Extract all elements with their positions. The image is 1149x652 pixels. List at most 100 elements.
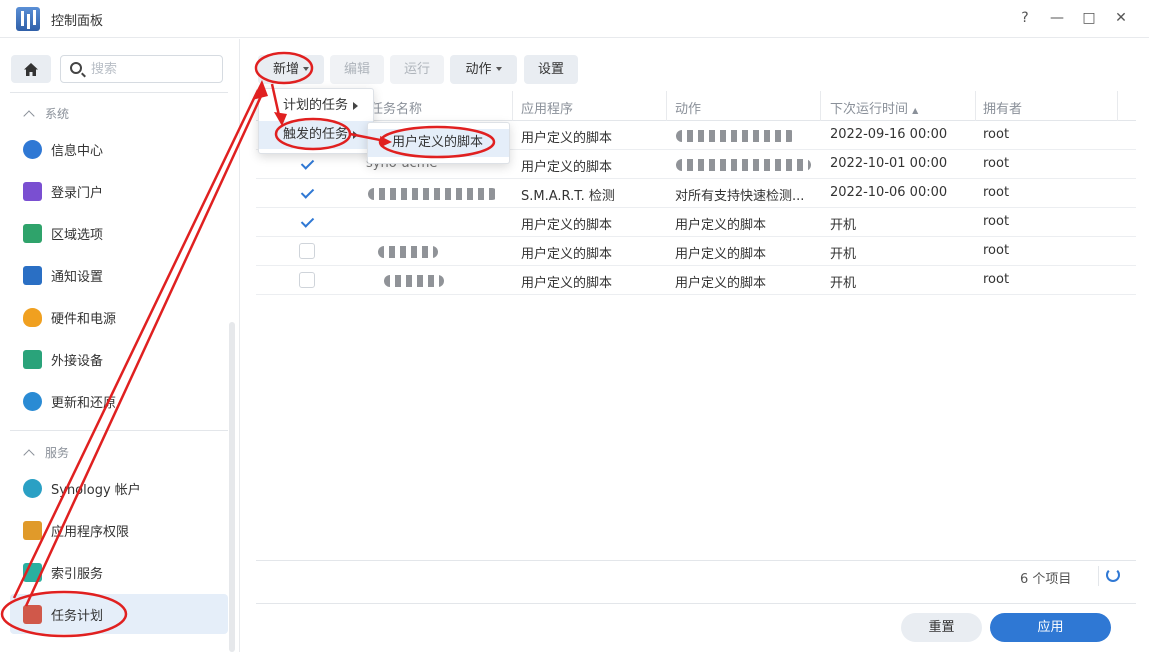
login-portal-icon — [23, 182, 42, 201]
sidebar-item-region[interactable]: 区域选项 — [10, 213, 228, 253]
header-next-run[interactable]: 下次运行时间 ▲ — [830, 98, 918, 117]
column-separator — [512, 91, 513, 121]
sidebar-item-indexing[interactable]: 索引服务 — [10, 552, 228, 592]
close-icon[interactable]: ✕ — [1112, 9, 1130, 27]
cell-application: 用户定义的脚本 — [521, 247, 613, 262]
menu-item-scheduled-task[interactable]: 计划的任务 — [259, 92, 373, 120]
sidebar-scrollbar[interactable] — [229, 322, 235, 652]
calendar-icon — [23, 605, 42, 624]
table-row[interactable]: 用户定义的脚本 用户定义的脚本 开机 root — [256, 266, 1136, 295]
item-count: 6 个项目 — [1020, 572, 1072, 587]
minimize-icon[interactable]: — — [1048, 9, 1066, 27]
header-owner[interactable]: 拥有者 — [983, 98, 1022, 117]
enabled-checkbox[interactable] — [299, 243, 315, 259]
cell-owner: root — [983, 243, 1010, 258]
header-application[interactable]: 应用程序 — [521, 98, 573, 117]
menu-item-user-defined-script[interactable]: 用户定义的脚本 — [368, 129, 509, 157]
search-icon — [70, 62, 82, 74]
info-icon — [23, 140, 42, 159]
menu-item-triggered-task[interactable]: 触发的任务 — [259, 121, 373, 149]
enabled-checkbox[interactable] — [299, 156, 315, 172]
redacted-mark — [378, 246, 438, 258]
region-icon — [23, 224, 42, 243]
apply-button[interactable]: 应用 — [990, 613, 1111, 642]
sidebar-item-task-scheduler[interactable]: 任务计划 — [10, 594, 228, 634]
cell-next-run: 2022-10-01 00:00 — [830, 156, 948, 171]
cell-owner: root — [983, 214, 1010, 229]
cell-next-run: 开机 — [830, 276, 857, 291]
redacted-mark — [384, 275, 444, 287]
cell-application: 用户定义的脚本 — [521, 218, 613, 233]
table-header: 任务名称 应用程序 动作 下次运行时间 ▲ 拥有者 — [256, 91, 1136, 121]
menu-item-label: 计划的任务 — [283, 98, 349, 113]
group-services[interactable]: 服务 — [23, 444, 69, 461]
group-label: 系统 — [45, 107, 70, 121]
reset-button[interactable]: 重置 — [901, 613, 982, 642]
cell-application: 用户定义的脚本 — [521, 131, 613, 146]
sidebar-item-label: 区域选项 — [51, 228, 104, 243]
help-icon[interactable]: ? — [1016, 9, 1034, 27]
column-separator — [820, 91, 821, 121]
create-dropdown-menu: 计划的任务 触发的任务 — [258, 88, 374, 154]
sidebar-item-notification[interactable]: 通知设置 — [10, 255, 228, 295]
table-row[interactable]: S.M.A.R.T. 检测 对所有支持快速检测... 2022-10-06 00… — [256, 179, 1136, 208]
chevron-up-icon — [23, 110, 35, 122]
sidebar-item-label: 登录门户 — [51, 186, 104, 201]
redacted-mark — [676, 130, 796, 142]
column-separator — [666, 91, 667, 121]
redacted-mark — [368, 188, 498, 200]
sidebar-item-update-restore[interactable]: 更新和还原 — [10, 381, 228, 421]
sidebar-item-external-devices[interactable]: 外接设备 — [10, 339, 228, 379]
sidebar: 系统 信息中心 登录门户 区域选项 通知设置 硬件和电源 外接设备 更新和还原 … — [0, 39, 240, 652]
external-device-icon — [23, 350, 42, 369]
index-icon — [23, 563, 42, 582]
cell-action: 用户定义的脚本 — [675, 218, 767, 233]
refresh-icon[interactable] — [1106, 568, 1120, 582]
enabled-checkbox[interactable] — [299, 272, 315, 288]
title-bar: 控制面板 ? — □ ✕ — [0, 0, 1149, 38]
sidebar-item-login-portal[interactable]: 登录门户 — [10, 171, 228, 211]
sidebar-item-label: 更新和还原 — [51, 396, 117, 411]
table-row[interactable]: 用户定义的脚本 用户定义的脚本 开机 root — [256, 237, 1136, 266]
table-row[interactable]: 用户定义的脚本 用户定义的脚本 开机 root — [256, 208, 1136, 237]
sidebar-item-synology-account[interactable]: Synology 帐户 — [10, 468, 228, 508]
settings-button[interactable]: 设置 — [524, 55, 578, 84]
group-system[interactable]: 系统 — [23, 105, 70, 122]
maximize-icon[interactable]: □ — [1080, 9, 1098, 27]
search-input[interactable] — [91, 60, 216, 78]
cell-owner: root — [983, 185, 1010, 200]
divider — [1098, 566, 1099, 586]
divider — [10, 92, 228, 93]
header-action[interactable]: 动作 — [675, 98, 701, 117]
home-button[interactable] — [11, 55, 51, 83]
cell-owner: root — [983, 127, 1010, 142]
enabled-checkbox[interactable] — [299, 214, 315, 230]
header-task-name[interactable]: 任务名称 — [370, 98, 422, 117]
create-button[interactable]: 新增 — [258, 55, 324, 84]
sidebar-item-hardware-power[interactable]: 硬件和电源 — [10, 297, 228, 337]
action-button[interactable]: 动作 — [450, 55, 517, 84]
divider — [256, 603, 1136, 604]
cell-next-run: 开机 — [830, 247, 857, 262]
cell-owner: root — [983, 156, 1010, 171]
search-field[interactable] — [60, 55, 223, 83]
update-icon — [23, 392, 42, 411]
run-button[interactable]: 运行 — [390, 55, 444, 84]
sort-ascending-icon: ▲ — [912, 106, 919, 115]
sidebar-item-label: 外接设备 — [51, 354, 104, 369]
cell-action: 对所有支持快速检测... — [675, 189, 805, 204]
sidebar-item-app-privileges[interactable]: 应用程序权限 — [10, 510, 228, 550]
enabled-checkbox[interactable] — [299, 185, 315, 201]
divider — [10, 430, 228, 431]
notification-icon — [23, 266, 42, 285]
sidebar-item-info-center[interactable]: 信息中心 — [10, 129, 228, 169]
cell-application: 用户定义的脚本 — [521, 276, 613, 291]
sidebar-item-label: 硬件和电源 — [51, 312, 117, 327]
create-label: 新增 — [272, 62, 299, 77]
action-label: 动作 — [465, 62, 492, 77]
cell-next-run: 开机 — [830, 218, 857, 233]
edit-button[interactable]: 编辑 — [330, 55, 384, 84]
redacted-mark — [676, 159, 811, 171]
sidebar-item-label: Synology 帐户 — [51, 483, 141, 498]
account-icon — [23, 479, 42, 498]
